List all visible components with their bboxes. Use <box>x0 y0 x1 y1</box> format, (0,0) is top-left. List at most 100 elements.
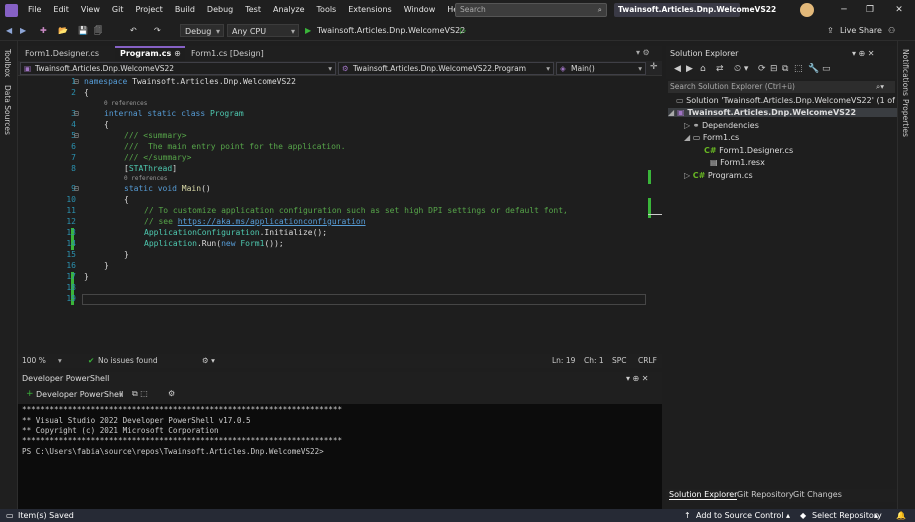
collapse-all-icon[interactable]: ⊟ <box>770 64 778 74</box>
new-item-icon[interactable]: ✚ <box>40 24 47 37</box>
minimize-icon[interactable]: ─ <box>831 0 857 20</box>
tab-form1-design[interactable]: Form1.cs [Design] <box>186 46 276 61</box>
refresh-icon[interactable]: ⬚ <box>794 64 803 74</box>
collapse-icon[interactable]: ⊟ <box>74 184 79 193</box>
restore-icon[interactable]: ❐ <box>857 0 883 20</box>
switch-views-icon[interactable]: ⇄ <box>716 64 724 74</box>
menu-view[interactable]: View <box>75 0 106 20</box>
menu-tools[interactable]: Tools <box>311 0 343 20</box>
column-number[interactable]: Ch: 1 <box>584 356 604 365</box>
program-node[interactable]: ▷ C# Program.cs <box>684 171 753 180</box>
status-message: Item(s) Saved <box>18 511 74 520</box>
redo-icon[interactable]: ↷ <box>154 24 161 37</box>
line-number[interactable]: Ln: 19 <box>552 356 575 365</box>
expanded-icon[interactable]: ◢ <box>668 108 674 117</box>
terminal-prompt[interactable]: PS C:\Users\fabia\source\repos\Twainsoft… <box>22 447 324 456</box>
properties-icon[interactable]: 🔧 <box>808 64 819 74</box>
menu-git[interactable]: Git <box>106 0 130 20</box>
menu-project[interactable]: Project <box>129 0 168 20</box>
undo-icon[interactable]: ↶ <box>130 24 137 37</box>
copy-icon[interactable]: ⧉ ⬚ <box>132 389 148 399</box>
zoom-level[interactable]: 100 % <box>22 356 46 365</box>
back-icon[interactable]: ◀ <box>674 64 681 74</box>
live-share-button[interactable]: Live Share <box>840 24 882 37</box>
menu-debug[interactable]: Debug <box>201 0 239 20</box>
configuration-dropdown[interactable]: Debug <box>180 24 224 38</box>
preview-icon[interactable]: ▭ <box>822 64 831 74</box>
form1-designer-node[interactable]: C# Form1.Designer.cs <box>704 146 793 155</box>
code-editor[interactable]: 1 2 3 4 5 6 7 8 9 10 11 12 13 14 15 16 1… <box>18 76 648 354</box>
pending-changes-icon[interactable]: ⏲ ▾ <box>734 64 748 74</box>
save-all-icon[interactable]: 🗐 <box>94 24 102 37</box>
admin-icon[interactable]: ⚇ <box>888 24 895 37</box>
select-repository-button[interactable]: Select Repository <box>812 509 882 522</box>
terminal-output[interactable]: ****************************************… <box>18 404 662 509</box>
data-sources-tab[interactable]: Data Sources <box>3 85 12 135</box>
menu-extensions[interactable]: Extensions <box>342 0 397 20</box>
solution-explorer-search[interactable]: Search Solution Explorer (Ctrl+ü) ⌕▾ <box>668 81 895 93</box>
avatar[interactable] <box>800 3 814 17</box>
menu-analyze[interactable]: Analyze <box>267 0 311 20</box>
live-share-icon[interactable]: ⇪ <box>827 24 834 37</box>
start-without-debugging-icon[interactable]: ▷ <box>460 24 466 37</box>
open-icon[interactable]: 📂 <box>58 24 68 37</box>
editor-scrollbar[interactable] <box>648 76 662 354</box>
menu-build[interactable]: Build <box>169 0 201 20</box>
notifications-icon[interactable]: 🔔 <box>896 509 906 522</box>
forward-icon[interactable]: ▶ <box>686 64 693 74</box>
codelens-references[interactable]: 0 references <box>104 100 147 107</box>
codelens-references[interactable]: 0 references <box>124 175 167 182</box>
project-dropdown[interactable]: ▣ Twainsoft.Articles.Dnp.WelcomeVS22 <box>20 62 336 75</box>
new-terminal-icon[interactable]: + <box>26 389 34 399</box>
platform-dropdown[interactable]: Any CPU <box>227 24 299 38</box>
terminal-dropdown[interactable]: Developer PowerShell <box>36 390 123 399</box>
menu-window[interactable]: Window <box>398 0 442 20</box>
expanded-icon[interactable]: ◢ <box>684 133 690 142</box>
notifications-tab[interactable]: Notifications <box>901 49 910 96</box>
tab-program[interactable]: Program.cs ⊕ ✕ <box>115 46 185 70</box>
zoom-dropdown-icon[interactable]: ▾ <box>58 356 62 365</box>
forward-icon[interactable]: ▶ <box>20 24 26 37</box>
member-dropdown[interactable]: ◈ Main() <box>556 62 646 75</box>
project-node[interactable]: ◢ ▣ Twainsoft.Articles.Dnp.WelcomeVS22 <box>668 108 897 117</box>
panel-controls-icon[interactable]: ▾ ⊕ ✕ <box>626 372 649 386</box>
back-icon[interactable]: ◀ <box>6 24 12 37</box>
toolbox-tab[interactable]: Toolbox <box>3 49 12 77</box>
tab-solution-explorer[interactable]: Solution Explorer <box>669 490 738 500</box>
collapse-icon[interactable]: ⊟ <box>74 77 79 86</box>
menu-edit[interactable]: Edit <box>47 0 75 20</box>
panel-controls-icon[interactable]: ▾ ⊕ ✕ <box>852 46 875 61</box>
dependencies-node[interactable]: ▷ ⚭ Dependencies <box>684 121 759 130</box>
line-ending[interactable]: CRLF <box>638 356 657 365</box>
tab-overflow-icon[interactable]: ▾ ⚙ <box>636 48 650 57</box>
tab-form1-designer[interactable]: Form1.Designer.cs <box>20 46 114 61</box>
collapsed-icon[interactable]: ▷ <box>684 171 690 180</box>
show-all-icon[interactable]: ⧉ <box>782 64 788 74</box>
source-control-button[interactable]: Add to Source Control <box>696 509 784 522</box>
cleanup-icon[interactable]: ⚙ ▾ <box>202 356 215 365</box>
collapse-icon[interactable]: ⊟ <box>74 109 79 118</box>
start-icon[interactable]: ▶ <box>305 24 311 37</box>
whitespace-mode[interactable]: SPC <box>612 356 627 365</box>
config-link[interactable]: https://aka.ms/applicationconfiguration <box>178 217 366 226</box>
form1-resx-node[interactable]: ▤ Form1.resx <box>710 158 765 167</box>
solution-node[interactable]: ▭ Solution 'Twainsoft.Articles.Dnp.Welco… <box>676 96 897 105</box>
home-icon[interactable]: ⌂ <box>700 64 706 74</box>
properties-tab[interactable]: Properties <box>901 99 910 137</box>
form1-node[interactable]: ◢ ▭ Form1.cs <box>684 133 739 142</box>
issues-status[interactable]: No issues found <box>98 356 158 365</box>
collapse-icon[interactable]: ⊟ <box>74 131 79 140</box>
search-input[interactable]: Search ⌕ <box>455 3 607 17</box>
sync-icon[interactable]: ⟳ <box>758 64 766 74</box>
collapsed-icon[interactable]: ▷ <box>684 121 690 130</box>
menu-test[interactable]: Test <box>239 0 267 20</box>
menu-file[interactable]: File <box>22 0 47 20</box>
run-target-button[interactable]: Twainsoft.Articles.Dnp.WelcomeVS22 <box>317 24 465 37</box>
save-icon[interactable]: 💾 <box>78 24 88 37</box>
tab-git-changes[interactable]: Git Changes <box>793 490 842 499</box>
settings-icon[interactable]: ⚙ <box>168 389 175 398</box>
split-icon[interactable]: ✛ <box>650 62 658 72</box>
tab-git-repository[interactable]: Git Repository <box>737 490 794 499</box>
class-dropdown[interactable]: ⚙ Twainsoft.Articles.Dnp.WelcomeVS22.Prog… <box>338 62 554 75</box>
close-icon[interactable]: ✕ <box>886 0 912 20</box>
